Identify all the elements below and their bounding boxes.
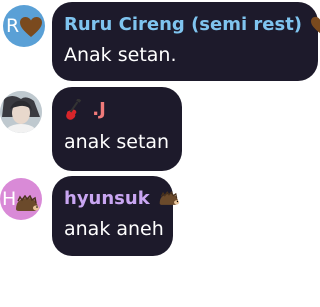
avatar[interactable]: H: [0, 178, 42, 220]
message-bubble: .J anak setan: [52, 87, 182, 171]
avatar[interactable]: [0, 91, 42, 133]
message-bubble: Ruru Cireng (semi rest) Anak setan.: [52, 2, 320, 81]
author-name[interactable]: Ruru Cireng (semi rest): [64, 14, 320, 35]
author-name-label: hyunsuk: [64, 188, 150, 209]
avatar-initial: R: [6, 15, 20, 37]
guitar-icon: [66, 99, 82, 120]
hedgehog-icon: [159, 191, 180, 205]
brown-heart-icon: [311, 16, 320, 33]
hedgehog-icon: [16, 195, 39, 211]
message-text: Anak setan.: [64, 44, 177, 66]
person-photo-icon: [0, 91, 42, 133]
message-item: .J anak setan: [0, 86, 320, 174]
author-name[interactable]: hyunsuk: [64, 188, 180, 209]
message-text: anak aneh: [64, 218, 164, 240]
author-name-label: .J: [92, 99, 106, 120]
author-name[interactable]: .J: [64, 99, 106, 121]
brown-heart-icon: [20, 17, 42, 37]
message-text: anak setan: [64, 131, 170, 153]
message-item: H hyunsuk anak aneh: [0, 175, 320, 261]
author-name-label: Ruru Cireng (semi rest): [64, 14, 303, 35]
message-item: R Ruru Cireng (semi rest) Anak setan.: [0, 0, 320, 84]
avatar[interactable]: R: [3, 5, 45, 47]
message-bubble: hyunsuk anak aneh: [52, 176, 180, 256]
